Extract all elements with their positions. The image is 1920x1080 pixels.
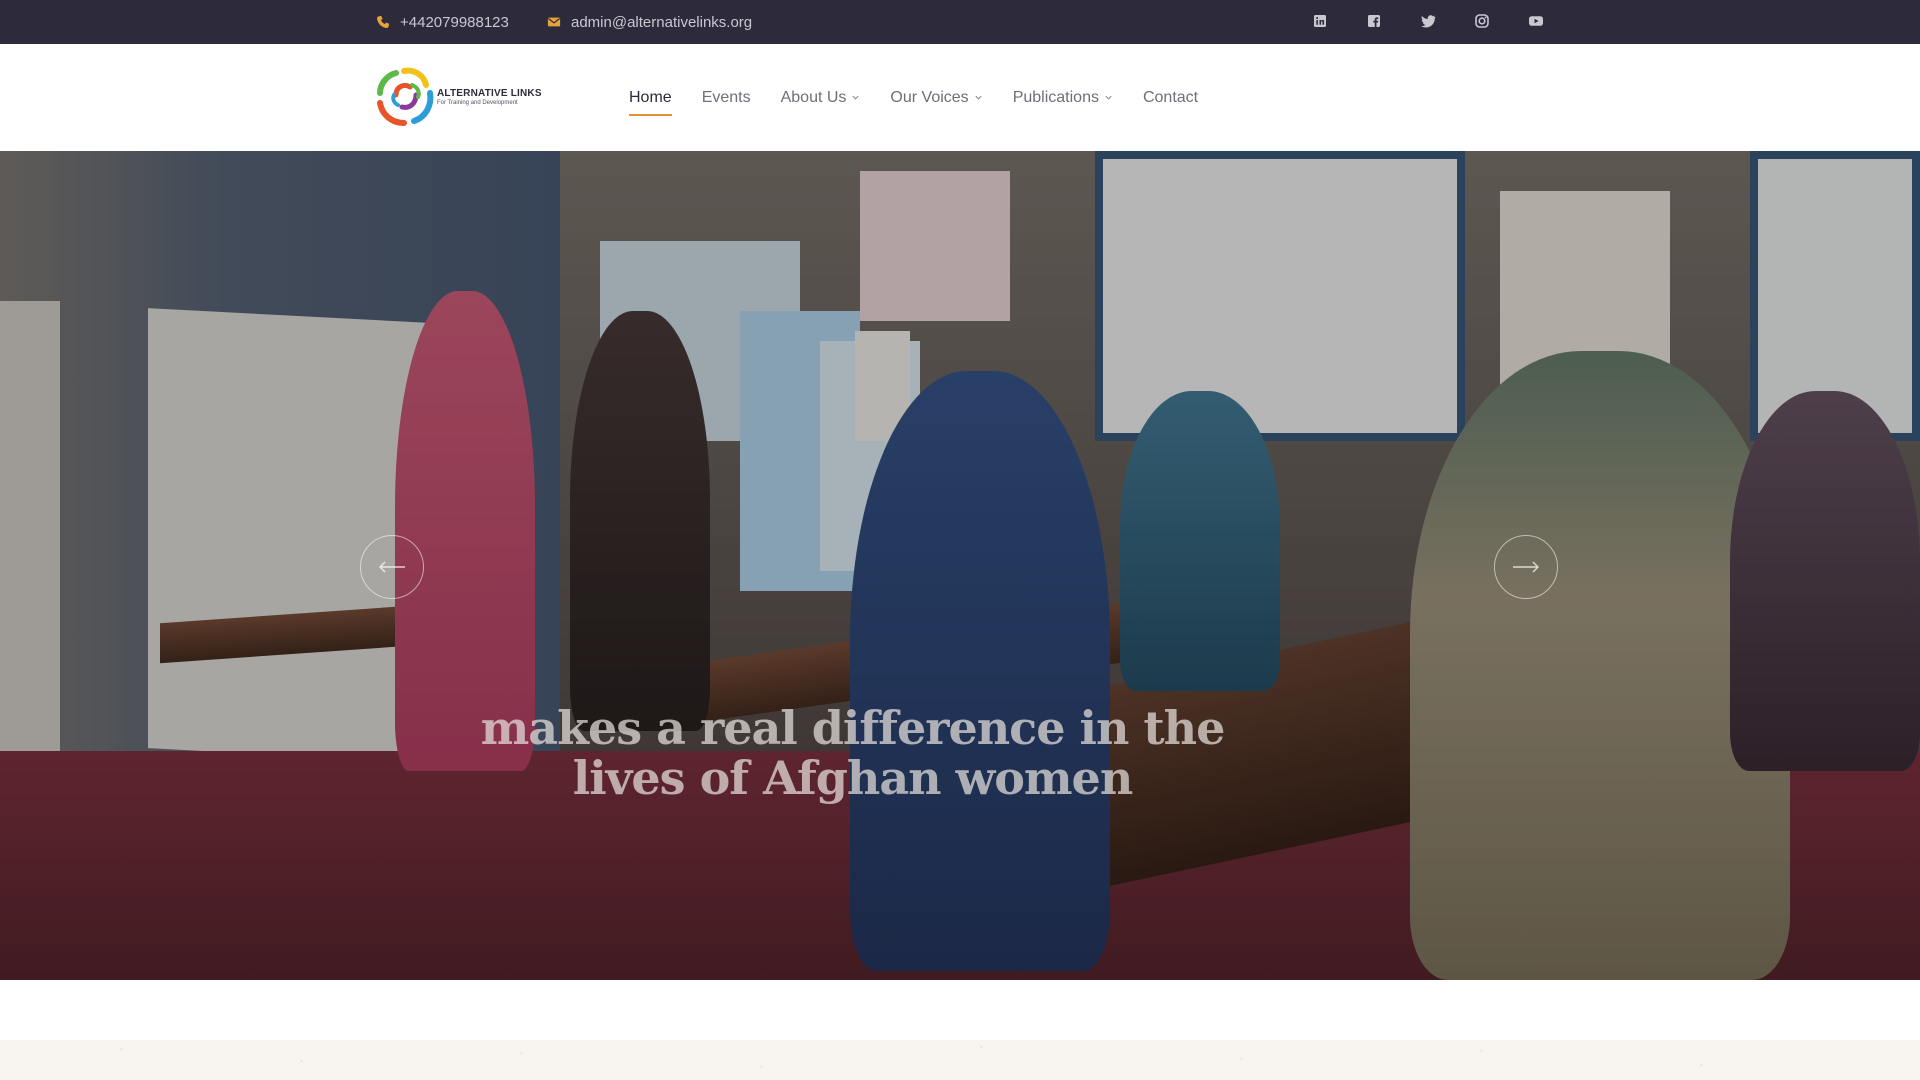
nav-item-publications[interactable]: Publications bbox=[1013, 78, 1113, 118]
email-contact[interactable]: admin@alternativelinks.org bbox=[547, 0, 752, 44]
nav-item-our-voices[interactable]: Our Voices bbox=[890, 78, 982, 118]
linkedin-icon[interactable] bbox=[1312, 13, 1328, 29]
chevron-down-icon bbox=[852, 95, 860, 100]
nav-label: Our Voices bbox=[890, 88, 969, 106]
textured-section bbox=[0, 1040, 1920, 1080]
chevron-down-icon bbox=[1105, 95, 1112, 100]
phone-number[interactable]: +442079988123 bbox=[400, 14, 509, 31]
main-nav: Home Events About Us Our Voices Publicat… bbox=[629, 44, 1228, 151]
envelope-icon bbox=[547, 15, 561, 29]
nav-label: Home bbox=[629, 88, 672, 106]
phone-icon bbox=[376, 15, 390, 29]
twitter-icon[interactable] bbox=[1420, 13, 1436, 29]
top-bar: +442079988123 admin@alternativelinks.org bbox=[0, 0, 1920, 44]
nav-item-contact[interactable]: Contact bbox=[1143, 78, 1198, 118]
nav-item-home[interactable]: Home bbox=[629, 78, 672, 118]
facebook-icon[interactable] bbox=[1366, 13, 1382, 29]
section-spacer bbox=[0, 980, 1920, 1040]
site-header: ALTERNATIVE LINKS For Training and Devel… bbox=[0, 44, 1920, 151]
hero-slider: makes a real difference in the lives of … bbox=[0, 151, 1920, 980]
arrow-left-icon bbox=[379, 561, 405, 573]
arrow-right-icon bbox=[1513, 561, 1539, 573]
nav-label: About Us bbox=[780, 88, 847, 106]
slider-prev-button[interactable] bbox=[360, 535, 424, 599]
nav-item-about-us[interactable]: About Us bbox=[781, 78, 861, 118]
youtube-icon[interactable] bbox=[1528, 13, 1544, 29]
chevron-down-icon bbox=[975, 95, 982, 100]
phone-contact[interactable]: +442079988123 bbox=[376, 0, 509, 44]
email-address[interactable]: admin@alternativelinks.org bbox=[571, 14, 752, 31]
nav-label: Publications bbox=[1012, 88, 1099, 106]
nav-label: Events bbox=[701, 88, 751, 106]
alternative-links-logo-mark bbox=[377, 67, 434, 126]
nav-item-events[interactable]: Events bbox=[702, 78, 751, 118]
instagram-icon[interactable] bbox=[1474, 13, 1490, 29]
nav-label: Contact bbox=[1142, 88, 1199, 106]
slider-next-button[interactable] bbox=[1494, 535, 1558, 599]
brand-tagline: For Training and Development bbox=[437, 100, 518, 106]
hero-headline: makes a real difference in the lives of … bbox=[480, 701, 1226, 805]
brand-name: ALTERNATIVE LINKS bbox=[437, 88, 542, 99]
site-logo[interactable]: ALTERNATIVE LINKS For Training and Devel… bbox=[374, 65, 542, 129]
